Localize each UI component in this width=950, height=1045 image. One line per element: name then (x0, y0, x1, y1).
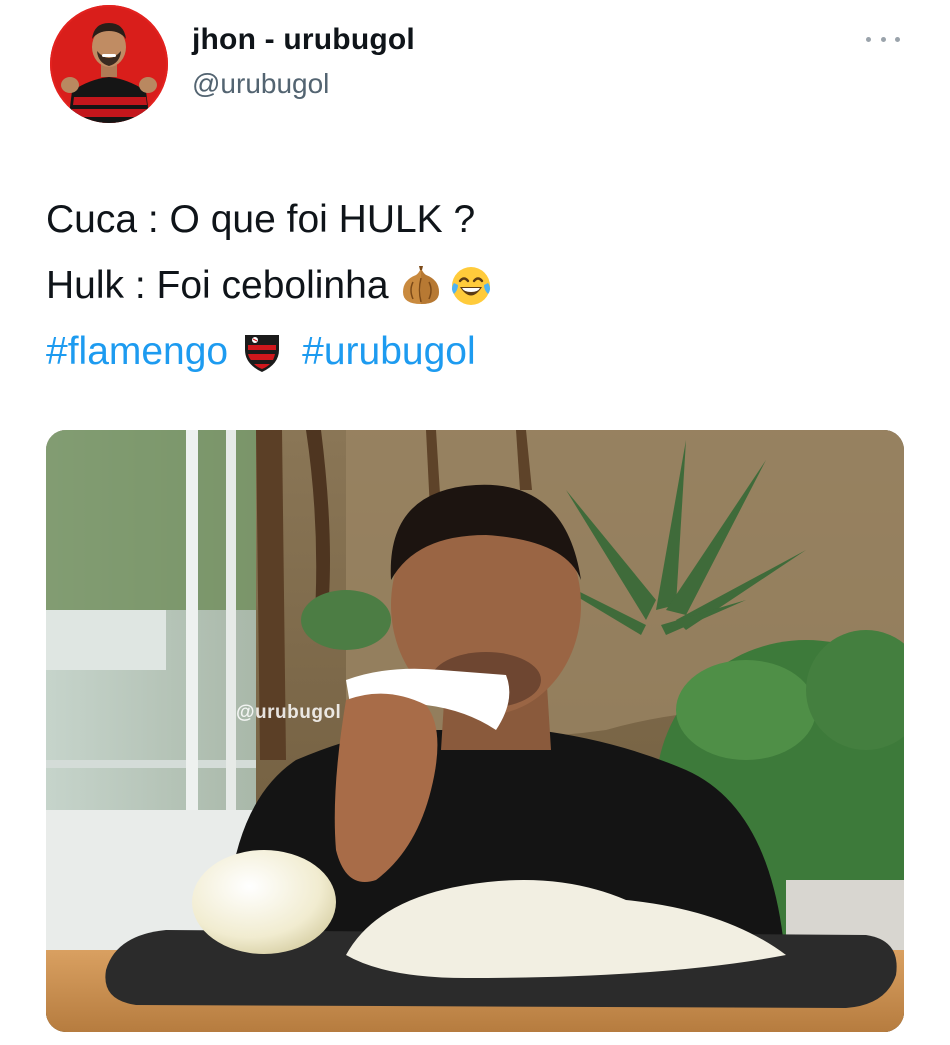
display-name[interactable]: jhon - urubugol (192, 22, 415, 58)
flamengo-crest-icon (240, 330, 284, 374)
dot-icon (880, 36, 886, 42)
tweet-line-1: Cuca : O que foi HULK ? (46, 187, 493, 253)
user-handle[interactable]: @urubugol (192, 67, 415, 101)
tweet-line-2-text: Hulk : Foi cebolinha (46, 264, 389, 307)
dot-icon (866, 36, 871, 42)
tweet-text: Cuca : O que foi HULK ? Hulk : Foi cebol… (46, 187, 493, 385)
tweet-line-2: Hulk : Foi cebolinha (46, 253, 493, 319)
avatar[interactable] (50, 5, 168, 123)
tears-of-joy-emoji-icon (449, 264, 493, 308)
hashtag-urubugol-link[interactable]: #urubugol (302, 319, 475, 385)
more-options-button[interactable] (866, 30, 900, 48)
hashtag-flamengo-link[interactable]: #flamengo (46, 319, 228, 385)
tweet-card: jhon - urubugol @urubugol Cuca : O que f… (0, 0, 950, 1045)
onion-emoji-icon (399, 264, 443, 308)
tweet-line-3: #flamengo #urubugol (46, 319, 493, 385)
tweet-line-1-text: Cuca : O que foi HULK ? (46, 198, 476, 241)
tweet-media-image[interactable]: @urubugol (46, 430, 904, 1032)
dot-icon (895, 36, 900, 42)
image-watermark: @urubugol (236, 702, 342, 723)
author-block: jhon - urubugol @urubugol (192, 22, 415, 101)
